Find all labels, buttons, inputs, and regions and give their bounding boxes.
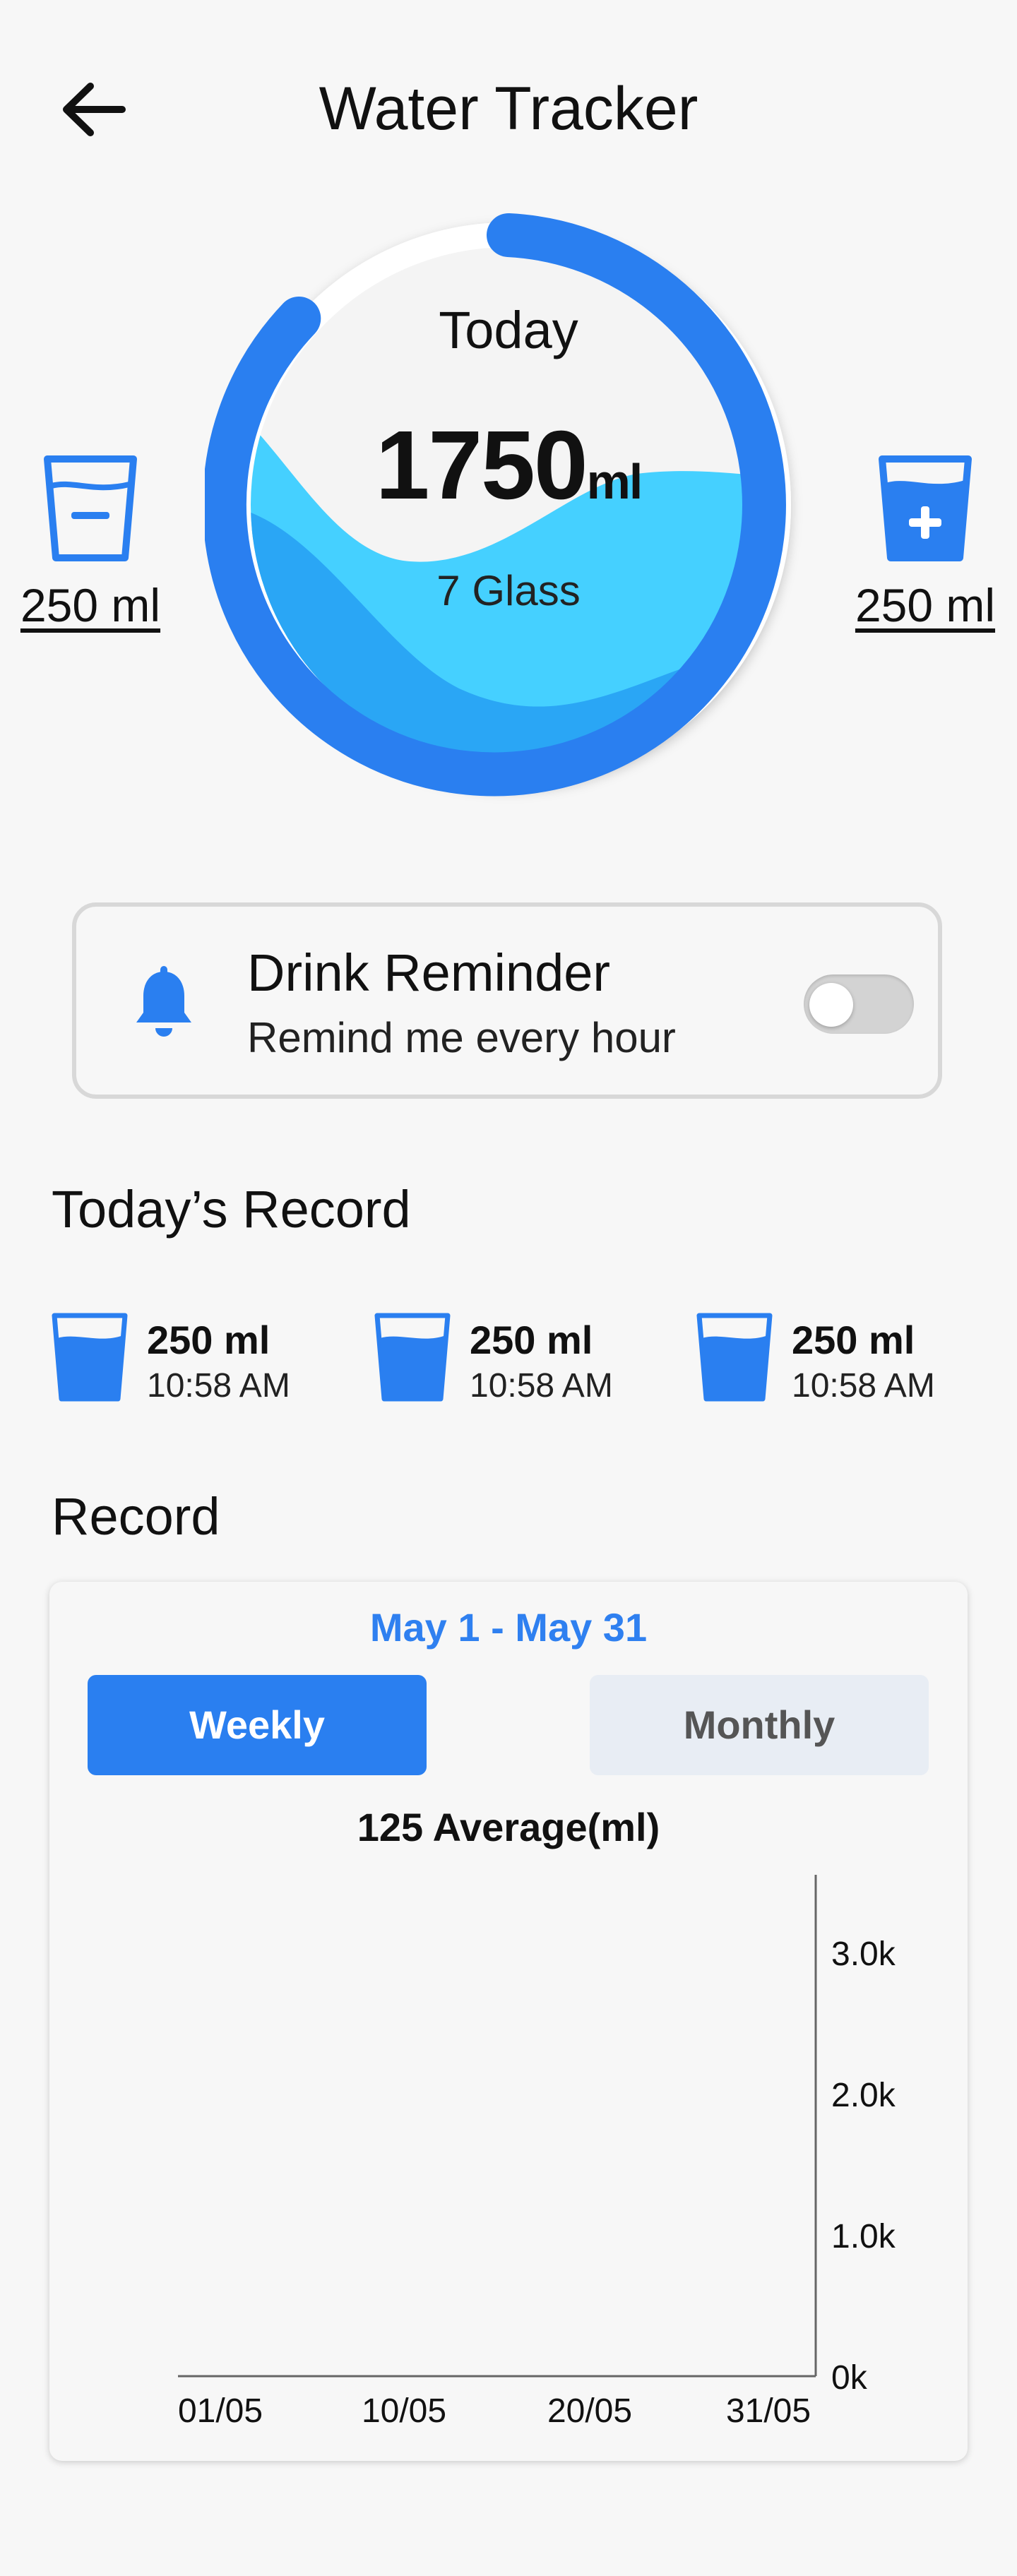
glass-minus-icon — [44, 455, 137, 561]
record-time: 10:58 AM — [147, 1367, 290, 1405]
gauge-today-label: Today — [439, 301, 578, 359]
tab-monthly[interactable]: Monthly — [590, 1675, 929, 1775]
toggle-knob — [809, 983, 853, 1027]
gauge-total-value: 1750ml — [205, 410, 812, 522]
record-item: 250 ml 10:58 AM — [374, 1310, 671, 1405]
y-tick-label: 2.0k — [831, 2077, 896, 2114]
record-item: 250 ml 10:58 AM — [52, 1310, 348, 1405]
record-heading: Record — [52, 1487, 220, 1546]
reminder-title: Drink Reminder — [247, 943, 611, 1002]
y-tick-label: 0k — [831, 2359, 868, 2397]
glass-plus-icon — [879, 455, 972, 561]
add-water-button[interactable]: 250 ml — [855, 452, 996, 632]
average-label: 125 Average(ml) — [357, 1805, 660, 1849]
gauge-value-number: 1750 — [375, 411, 588, 520]
glass-icon — [52, 1313, 128, 1402]
remove-water-button[interactable]: 250 ml — [20, 452, 161, 632]
record-amount: 250 ml — [470, 1318, 593, 1362]
x-tick-label: 20/05 — [547, 2392, 632, 2430]
today-record-heading: Today’s Record — [52, 1180, 411, 1239]
record-item: 250 ml 10:58 AM — [696, 1310, 993, 1405]
glass-icon — [374, 1313, 451, 1402]
record-amount: 250 ml — [147, 1318, 270, 1362]
tab-weekly[interactable]: Weekly — [88, 1675, 427, 1775]
gauge-glass-count: 7 Glass — [436, 567, 581, 614]
remove-amount-label: 250 ml — [20, 579, 161, 631]
date-range-label[interactable]: May 1 - May 31 — [49, 1604, 968, 1650]
record-time: 10:58 AM — [470, 1367, 613, 1405]
y-tick-label: 3.0k — [831, 1936, 896, 1973]
glass-icon — [696, 1313, 773, 1402]
reminder-subtitle: Remind me every hour — [247, 1014, 676, 1061]
page-title: Water Tracker — [319, 75, 698, 143]
x-tick-label: 01/05 — [178, 2392, 263, 2430]
reminder-toggle[interactable] — [804, 974, 914, 1034]
add-amount-label: 250 ml — [855, 579, 996, 631]
x-tick-label: 31/05 — [726, 2392, 811, 2430]
record-time: 10:58 AM — [792, 1367, 935, 1405]
intake-chart: 0k 1.0k 2.0k 3.0k 01/05 10/05 20/05 31/05 — [178, 1875, 896, 2430]
bell-icon — [136, 966, 191, 1037]
record-amount: 250 ml — [792, 1318, 915, 1362]
gauge-value-unit: ml — [586, 454, 643, 509]
x-tick-label: 10/05 — [362, 2392, 446, 2430]
y-tick-label: 1.0k — [831, 2218, 896, 2255]
